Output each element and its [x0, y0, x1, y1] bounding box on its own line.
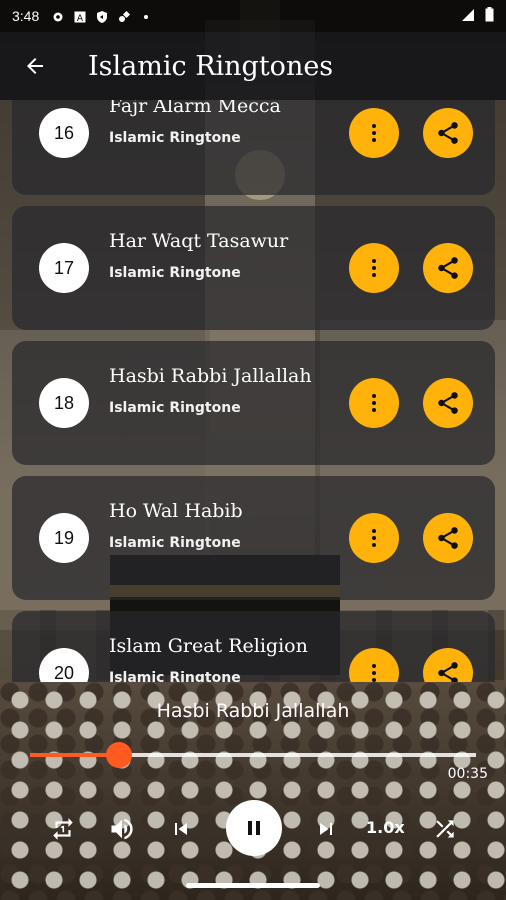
- item-number: 20: [39, 648, 89, 682]
- more-vertical-icon: [372, 394, 376, 412]
- list-item[interactable]: 17 Har Waqt Tasawur Islamic Ringtone: [12, 206, 495, 330]
- more-options-button[interactable]: [349, 513, 399, 563]
- arrow-left-icon: [27, 58, 43, 74]
- shuffle-icon: [436, 820, 454, 838]
- more-vertical-icon: [372, 529, 376, 547]
- more-vertical-icon: [372, 664, 376, 682]
- speed-button[interactable]: 1.0x: [366, 818, 405, 837]
- item-title: Islam Great Religion: [109, 635, 308, 657]
- satellite-icon: [118, 10, 131, 22]
- item-number: 17: [39, 243, 89, 293]
- item-number: 16: [39, 108, 89, 158]
- previous-button[interactable]: [166, 814, 196, 844]
- seek-thumb[interactable]: [106, 742, 133, 768]
- volume-icon: [111, 818, 133, 840]
- share-button[interactable]: [423, 243, 473, 293]
- item-number: 18: [39, 378, 89, 428]
- elapsed-time: 00:35: [447, 766, 488, 782]
- list-item[interactable]: 19 Ho Wal Habib Islamic Ringtone: [12, 476, 495, 600]
- pause-icon: [248, 821, 260, 835]
- skip-next-icon: [320, 823, 332, 835]
- share-icon: [438, 257, 458, 279]
- gear-icon: [52, 10, 64, 22]
- player-controls: 1.0x: [0, 800, 506, 856]
- battery-icon: [485, 7, 494, 25]
- app-bar: Islamic Ringtones: [0, 32, 506, 100]
- ringtone-list[interactable]: 16 Fajr Alarm Mecca Islamic Ringtone 17 …: [0, 100, 506, 682]
- more-options-button[interactable]: [349, 648, 399, 682]
- seek-bar[interactable]: [30, 742, 476, 768]
- more-vertical-icon: [372, 124, 376, 142]
- item-subtitle: Islamic Ringtone: [109, 670, 241, 682]
- repeat-button[interactable]: [48, 814, 78, 844]
- status-bar: 3:48 A: [0, 0, 506, 32]
- item-title: Ho Wal Habib: [109, 500, 243, 522]
- item-subtitle: Islamic Ringtone: [109, 265, 241, 281]
- list-item[interactable]: 16 Fajr Alarm Mecca Islamic Ringtone: [12, 100, 495, 195]
- item-subtitle: Islamic Ringtone: [109, 400, 241, 416]
- share-icon: [438, 392, 458, 414]
- now-playing-title: Hasbi Rabbi Jallallah: [156, 700, 350, 722]
- share-button[interactable]: [423, 378, 473, 428]
- more-options-button[interactable]: [349, 243, 399, 293]
- signal-icon: [461, 8, 475, 25]
- page-title: Islamic Ringtones: [88, 50, 334, 82]
- skip-previous-icon: [175, 823, 187, 835]
- item-title: Har Waqt Tasawur: [109, 230, 289, 252]
- more-vertical-icon: [372, 259, 376, 277]
- a-box-icon: A: [74, 10, 86, 24]
- back-button[interactable]: [0, 32, 70, 100]
- item-subtitle: Islamic Ringtone: [109, 535, 241, 551]
- item-title: Hasbi Rabbi Jallallah: [109, 365, 312, 387]
- gesture-nav-handle[interactable]: [186, 883, 320, 888]
- item-title: Fajr Alarm Mecca: [109, 100, 281, 117]
- more-options-button[interactable]: [349, 378, 399, 428]
- svg-text:A: A: [77, 14, 84, 23]
- share-button[interactable]: [423, 513, 473, 563]
- status-time: 3:48: [12, 8, 40, 24]
- share-icon: [438, 527, 458, 549]
- share-icon: [438, 122, 458, 144]
- status-right: [461, 7, 494, 25]
- volume-button[interactable]: [107, 814, 137, 844]
- list-item[interactable]: 20 Islam Great Religion Islamic Ringtone: [12, 611, 495, 682]
- repeat-one-icon: [53, 818, 73, 840]
- item-subtitle: Islamic Ringtone: [109, 130, 241, 146]
- list-item[interactable]: 18 Hasbi Rabbi Jallallah Islamic Rington…: [12, 341, 495, 465]
- more-options-button[interactable]: [349, 108, 399, 158]
- pause-button[interactable]: [226, 800, 282, 856]
- dot-icon: [140, 10, 152, 22]
- share-icon: [438, 662, 458, 682]
- next-button[interactable]: [311, 814, 341, 844]
- shuffle-button[interactable]: [430, 814, 460, 844]
- shield-icon: [96, 10, 108, 23]
- share-button[interactable]: [423, 648, 473, 682]
- share-button[interactable]: [423, 108, 473, 158]
- item-number: 19: [39, 513, 89, 563]
